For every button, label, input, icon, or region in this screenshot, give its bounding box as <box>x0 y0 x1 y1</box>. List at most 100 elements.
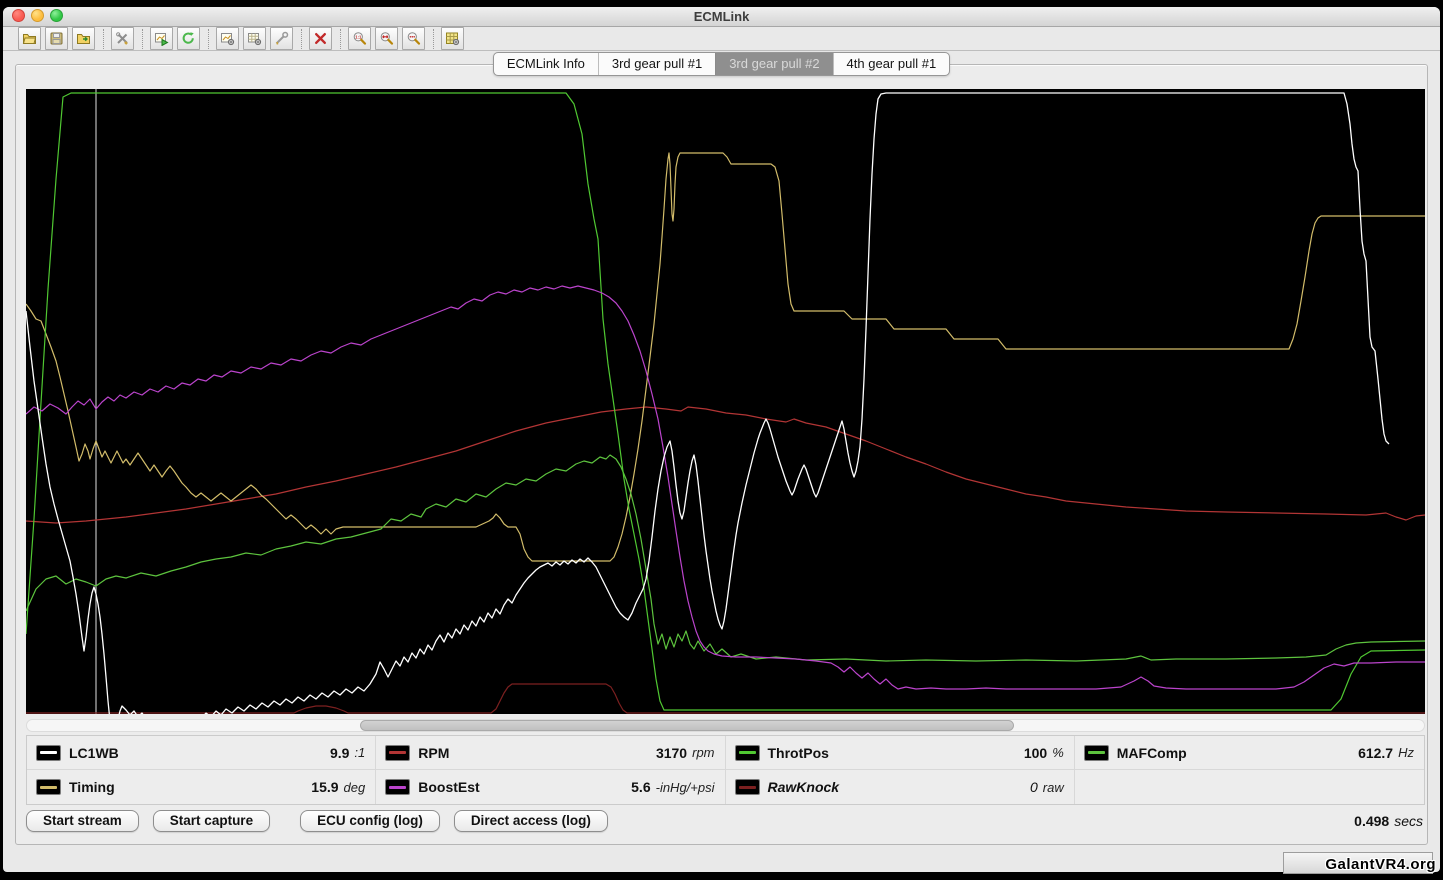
tab-3rd-gear-pull-2[interactable]: 3rd gear pull #2 <box>715 53 832 75</box>
trace-timing <box>26 153 1425 561</box>
legend-series-unit: :1 <box>354 745 365 760</box>
legend-cell-rawknock[interactable]: RawKnock 0 raw <box>726 770 1075 804</box>
start-capture-button[interactable]: Start capture <box>153 810 270 832</box>
toolbar-separator <box>301 29 302 49</box>
legend-series-unit: rpm <box>692 745 714 760</box>
reload-icon <box>181 31 196 46</box>
legend-series-name: LC1WB <box>69 745 119 761</box>
legend-cell-timing[interactable]: Timing 15.9 deg <box>27 770 376 804</box>
toolbar-separator <box>142 29 143 49</box>
legend-cell-lc1wb[interactable]: LC1WB9.9:1 <box>27 736 376 770</box>
toolbar-button-zoom-horizontal[interactable] <box>375 27 398 50</box>
toolbar-button-zoom-actual[interactable]: 1:1 <box>348 27 371 50</box>
trace-throtpos <box>26 93 1425 710</box>
legend-series-unit: raw <box>1043 780 1064 795</box>
table-settings-icon <box>247 31 262 46</box>
toolbar-button-delete[interactable] <box>309 27 332 50</box>
toolbar-separator <box>433 29 434 49</box>
toolbar-button-zoom-custom[interactable] <box>402 27 425 50</box>
legend-swatch <box>1084 745 1109 761</box>
tab-bar: ECMLink Info3rd gear pull #13rd gear pul… <box>3 52 1440 76</box>
legend-series-value: 3170 <box>656 745 687 761</box>
series-legend: LC1WB9.9:1 RPM 3170 rpm ThrotPos 100% MAFComp 6… <box>26 735 1425 805</box>
legend-series-value: 612.7 <box>1358 745 1393 761</box>
legend-series-name: RPM <box>418 745 449 761</box>
log-view-panel: LC1WB9.9:1 RPM 3170 rpm ThrotPos 100% MAFComp 6… <box>15 64 1428 845</box>
toolbar-button-graph-settings[interactable] <box>216 27 239 50</box>
toolbar-separator <box>208 29 209 49</box>
legend-series-value: 5.6 <box>631 779 650 795</box>
zoom-window-button[interactable] <box>50 9 63 22</box>
ecu-config-log-button[interactable]: ECU config (log) <box>300 810 440 832</box>
close-window-button[interactable] <box>12 9 25 22</box>
start-stream-button[interactable]: Start stream <box>26 810 139 832</box>
scrollbar-thumb[interactable] <box>360 720 1014 731</box>
trace-mafcomp <box>26 455 1425 661</box>
legend-swatch <box>36 745 61 761</box>
adjust-tools-icon <box>274 31 289 46</box>
legend-swatch <box>385 779 410 795</box>
runtime-tools-icon <box>115 31 130 46</box>
window-title: ECMLink <box>3 7 1440 26</box>
trace-boostest <box>26 286 1425 689</box>
legend-cell-mafcomp[interactable]: MAFComp 612.7 Hz <box>1075 736 1424 770</box>
legend-series-value: 100 <box>1024 745 1047 761</box>
zoom-custom-icon <box>406 31 421 46</box>
log-graph-svg <box>26 89 1425 714</box>
toolbar-button-save-file[interactable] <box>45 27 68 50</box>
legend-series-name: MAFComp <box>1117 745 1187 761</box>
legend-series-name: RawKnock <box>768 779 840 795</box>
legend-series-name: ThrotPos <box>768 745 829 761</box>
svg-text:1:1: 1:1 <box>355 34 362 39</box>
ecmlink-window: ECMLink 1:1 ECMLink Info3rd gear pull #1… <box>3 7 1440 872</box>
elapsed-time: 0.498secs <box>1354 813 1425 829</box>
elapsed-value: 0.498 <box>1354 813 1389 829</box>
legend-cell-empty <box>1075 770 1424 804</box>
controls-row: Start stream Start capture ECU config (log… <box>26 810 1425 832</box>
direct-access-log-button[interactable]: Direct access (log) <box>454 810 608 832</box>
trace-lc1wb <box>26 93 1389 714</box>
toolbar-button-reload[interactable] <box>177 27 200 50</box>
legend-swatch <box>735 745 760 761</box>
legend-series-unit: deg <box>344 780 366 795</box>
zoom-actual-icon: 1:1 <box>352 31 367 46</box>
watermark: GalantVR4.org <box>1325 856 1436 873</box>
legend-cell-boostest[interactable]: BoostEst5.6-inHg/+psi <box>376 770 725 804</box>
legend-swatch <box>735 779 760 795</box>
log-settings-icon <box>445 31 460 46</box>
toolbar-separator <box>103 29 104 49</box>
tab-ecmlink-info[interactable]: ECMLink Info <box>494 53 598 75</box>
toolbar-separator <box>340 29 341 49</box>
toolbar-button-runtime-tools[interactable] <box>111 27 134 50</box>
trace-rpm <box>26 407 1425 523</box>
delete-icon <box>313 31 328 46</box>
minimize-window-button[interactable] <box>31 9 44 22</box>
toolbar-button-export-file[interactable] <box>72 27 95 50</box>
toolbar-button-table-settings[interactable] <box>243 27 266 50</box>
tab-4th-gear-pull-1[interactable]: 4th gear pull #1 <box>833 53 950 75</box>
traffic-lights <box>12 9 63 22</box>
legend-series-value: 15.9 <box>311 779 338 795</box>
legend-series-unit: % <box>1052 745 1064 760</box>
tab-3rd-gear-pull-1[interactable]: 3rd gear pull #1 <box>598 53 715 75</box>
toolbar-button-export-image[interactable] <box>150 27 173 50</box>
open-file-icon <box>22 31 37 46</box>
export-image-icon <box>154 31 169 46</box>
graph-settings-icon <box>220 31 235 46</box>
export-file-icon <box>76 31 91 46</box>
legend-series-name: Timing <box>69 779 115 795</box>
legend-swatch <box>36 779 61 795</box>
legend-swatch <box>385 745 410 761</box>
title-bar[interactable]: ECMLink <box>3 7 1440 27</box>
log-graph[interactable] <box>26 89 1425 714</box>
legend-cell-rpm[interactable]: RPM 3170 rpm <box>376 736 725 770</box>
toolbar-button-adjust-tools[interactable] <box>270 27 293 50</box>
save-file-icon <box>49 31 64 46</box>
graph-horizontal-scrollbar[interactable] <box>26 719 1425 732</box>
legend-series-unit: -inHg/+psi <box>656 780 715 795</box>
legend-cell-throtpos[interactable]: ThrotPos 100% <box>726 736 1075 770</box>
legend-series-value: 0 <box>1030 779 1038 795</box>
legend-series-unit: Hz <box>1398 745 1414 760</box>
toolbar-button-open-file[interactable] <box>18 27 41 50</box>
toolbar-button-log-settings[interactable] <box>441 27 464 50</box>
